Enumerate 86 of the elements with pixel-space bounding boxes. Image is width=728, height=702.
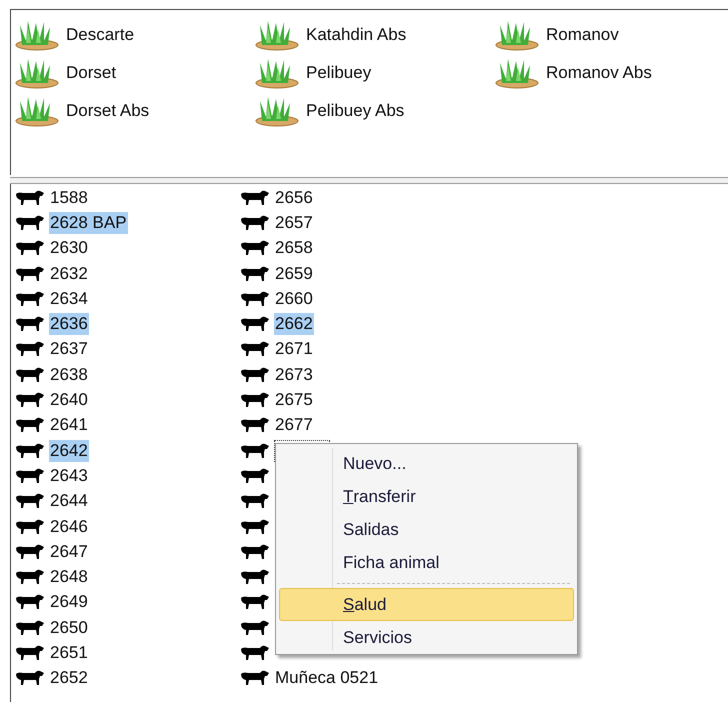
group-label[interactable]: Dorset bbox=[66, 60, 116, 86]
splitter[interactable] bbox=[10, 177, 728, 184]
animal-item[interactable]: 2648 bbox=[49, 566, 89, 588]
group-label[interactable]: Descarte bbox=[66, 22, 134, 48]
animal-item[interactable]: 2662 bbox=[274, 313, 314, 336]
animal-item[interactable]: 2649 bbox=[49, 591, 89, 614]
sheep-icon bbox=[15, 644, 45, 661]
animal-item[interactable]: 2630 bbox=[49, 237, 89, 260]
sheep-icon bbox=[240, 569, 270, 586]
sheep-icon bbox=[15, 442, 45, 459]
menu-item[interactable]: Ficha animal bbox=[279, 546, 574, 579]
animal-item[interactable]: 2641 bbox=[49, 414, 89, 436]
sheep-icon bbox=[15, 214, 45, 231]
sheep-icon bbox=[240, 266, 270, 282]
sheep-icon bbox=[15, 366, 45, 383]
sheep-icon bbox=[240, 392, 270, 408]
sheep-icon bbox=[15, 266, 45, 282]
group-label[interactable]: Dorset Abs bbox=[66, 98, 150, 124]
sheep-icon bbox=[15, 544, 45, 560]
group-label[interactable]: Pelibuey bbox=[306, 60, 372, 86]
animal-item[interactable]: 2677 bbox=[274, 414, 314, 436]
animal-item[interactable]: 2660 bbox=[274, 288, 314, 310]
sheep-icon bbox=[240, 240, 270, 256]
sheep-icon bbox=[240, 316, 270, 332]
animal-item[interactable]: 2646 bbox=[49, 516, 89, 538]
animal-item[interactable]: 2675 bbox=[274, 389, 314, 412]
animal-item[interactable]: 2632 bbox=[49, 262, 89, 285]
sheep-icon bbox=[240, 366, 270, 383]
sheep-icon bbox=[15, 290, 45, 307]
animal-item[interactable]: 2634 bbox=[49, 288, 89, 310]
animal-item[interactable]: 2643 bbox=[49, 464, 89, 487]
sheep-icon bbox=[15, 392, 45, 408]
animal-item[interactable]: 2642 bbox=[49, 440, 89, 462]
animal-item[interactable]: 2638 bbox=[49, 364, 89, 386]
animal-item[interactable]: 2651 bbox=[49, 642, 89, 664]
animal-item[interactable]: 2657 bbox=[274, 212, 314, 234]
sheep-icon bbox=[240, 620, 270, 636]
sheep-icon bbox=[15, 190, 45, 206]
menu-item[interactable]: Nuevo... bbox=[279, 447, 574, 480]
animal-item[interactable]: 2647 bbox=[49, 540, 89, 563]
animal-item[interactable]: 2640 bbox=[49, 389, 89, 412]
animal-item[interactable]: 2652 bbox=[49, 667, 89, 690]
sheep-icon bbox=[15, 493, 45, 510]
sheep-icon bbox=[240, 214, 270, 231]
sheep-icon bbox=[240, 518, 270, 534]
animal-item[interactable]: 2644 bbox=[49, 490, 89, 512]
sheep-icon bbox=[240, 190, 270, 206]
sheep-icon bbox=[15, 417, 45, 434]
group-label[interactable]: Romanov bbox=[546, 22, 619, 48]
menu-item[interactable]: Salidas bbox=[279, 513, 574, 546]
group-label[interactable]: Romanov Abs bbox=[546, 60, 652, 86]
menu-item[interactable]: Servicios bbox=[279, 621, 574, 654]
animal-item[interactable]: 2671 bbox=[274, 338, 314, 360]
animal-item[interactable]: 1588 bbox=[49, 186, 89, 209]
sheep-icon bbox=[240, 544, 270, 560]
sheep-icon bbox=[15, 468, 45, 484]
sheep-icon bbox=[240, 594, 270, 610]
animal-item[interactable]: 2673 bbox=[274, 364, 314, 386]
sheep-icon bbox=[240, 670, 270, 686]
animal-item[interactable]: 2628 BAP bbox=[49, 212, 128, 234]
animal-item[interactable]: 2659 bbox=[274, 262, 314, 285]
sheep-icon bbox=[240, 417, 270, 434]
menu-item[interactable]: Transferir bbox=[279, 480, 574, 513]
animal-item[interactable]: 2650 bbox=[49, 616, 89, 639]
animal-item[interactable]: Muñeca 0521 bbox=[274, 667, 380, 690]
sheep-icon bbox=[240, 442, 270, 459]
animal-item[interactable]: 2636 bbox=[49, 313, 89, 336]
sheep-icon bbox=[15, 341, 45, 358]
sheep-icon bbox=[15, 316, 45, 332]
sheep-icon bbox=[15, 670, 45, 686]
sheep-icon bbox=[15, 594, 45, 610]
sheep-icon bbox=[15, 240, 45, 256]
group-label[interactable]: Katahdin Abs bbox=[306, 22, 406, 48]
animal-item[interactable]: 2658 bbox=[274, 237, 314, 260]
sheep-icon bbox=[240, 644, 270, 661]
sheep-icon bbox=[240, 341, 270, 358]
sheep-icon bbox=[240, 290, 270, 307]
sheep-icon bbox=[15, 569, 45, 586]
sheep-icon bbox=[15, 620, 45, 636]
sheep-icon bbox=[240, 468, 270, 484]
animal-item[interactable]: 2656 bbox=[274, 186, 314, 209]
animal-item[interactable]: 2637 bbox=[49, 338, 89, 360]
sheep-icon bbox=[15, 518, 45, 534]
menu-item[interactable]: Salud bbox=[279, 588, 574, 621]
group-label[interactable]: Pelibuey Abs bbox=[306, 98, 404, 124]
sheep-icon bbox=[240, 493, 270, 510]
